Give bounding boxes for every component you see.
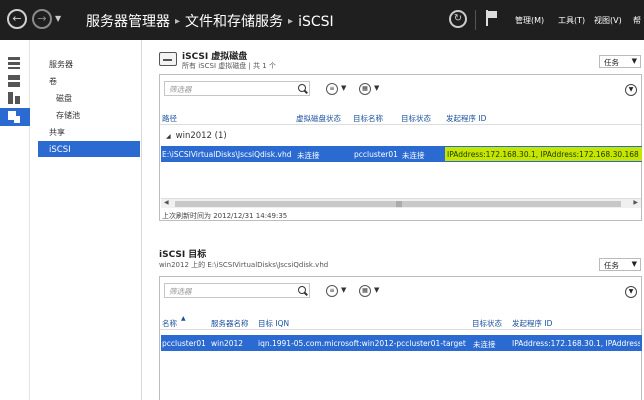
breadcrumb-item[interactable]: iSCSI <box>298 14 334 30</box>
file-storage-services-item[interactable] <box>0 108 30 126</box>
vdisk-table: 筛选器 ≡ ▼ ▦ ▼ ▼ 路径 虚拟磁盘状态 目标名称 目标状态 发起程序 I… <box>159 74 642 221</box>
cell-target-status: 未连接 <box>402 151 425 160</box>
nav-item-volumes[interactable]: 卷 <box>49 76 57 87</box>
header-divider <box>160 329 641 330</box>
chevron-down-icon[interactable]: ▼ <box>374 84 379 92</box>
list-options-icon[interactable]: ≡ <box>326 83 338 95</box>
main-content: iSCSI 虚拟磁盘 所有 iSCSI 虚拟磁盘 | 共 1 个 任务 ▼ 筛选器… <box>142 40 644 400</box>
cell-initiator-id: IPAddress:172.168.30.1, IPAddress:172.16… <box>445 147 642 161</box>
search-icon[interactable] <box>298 286 306 294</box>
breadcrumb-separator-icon: ▸ <box>288 16 294 27</box>
header-divider <box>475 10 476 30</box>
cell-initiator-id: IPAddress:172.168.30.1, IPAddress:1 <box>512 339 640 348</box>
scroll-grip-icon: ||| <box>396 201 403 208</box>
nav-item-shares[interactable]: 共享 <box>49 127 65 138</box>
col-name-label: 名称 <box>162 319 177 328</box>
dashboard-icon[interactable] <box>8 57 20 69</box>
last-refresh-text: 上次刷新时间为 2012/12/31 14:49:35 <box>162 212 288 220</box>
group-header[interactable]: ◢ win2012 (1) <box>166 131 227 141</box>
table-row[interactable]: pccluster01 win2012 iqn.1991-05.com.micr… <box>161 335 642 351</box>
notification-flag-icon[interactable] <box>486 10 498 26</box>
nav-item-storage-pools[interactable]: 存储池 <box>56 110 80 121</box>
col-target-iqn[interactable]: 目标 IQN <box>258 318 289 329</box>
title-bar: ← → ▼ 服务器管理器 ▸ 文件和存储服务 ▸ iSCSI ↻ 管理(M) 工具(T)… <box>0 0 644 40</box>
chevron-down-icon[interactable]: ▼ <box>341 286 346 294</box>
col-path[interactable]: 路径 <box>162 113 177 124</box>
nav-item-servers[interactable]: 服务器 <box>49 59 73 70</box>
chevron-down-icon: ▼ <box>631 57 637 65</box>
tasks-label: 任务 <box>604 58 619 67</box>
header-divider <box>160 124 641 125</box>
cell-path: E:\iSCSIVirtualDisks\JscsiQdisk.vhd <box>162 150 292 159</box>
expand-collapse-icon[interactable]: ▼ <box>625 286 637 298</box>
col-initiator-id[interactable]: 发起程序 ID <box>446 113 486 124</box>
menu-manage[interactable]: 管理(M) <box>515 15 544 26</box>
breadcrumb: 服务器管理器 ▸ 文件和存储服务 ▸ iSCSI <box>86 11 334 31</box>
group-options-icon[interactable]: ▦ <box>359 285 371 297</box>
table-row[interactable]: E:\iSCSIVirtualDisks\JscsiQdisk.vhd 未连接 … <box>161 146 642 162</box>
target-table: 筛选器 ≡ ▼ ▦ ▼ ▼ 名称 ▲ 服务器名称 目标 IQN 目标状态 发起程序… <box>159 276 642 400</box>
icon-sidebar <box>0 40 30 400</box>
cell-server: win2012 <box>211 339 244 348</box>
menu-tools[interactable]: 工具(T) <box>558 15 585 26</box>
target-filter-input[interactable]: 筛选器 <box>164 283 310 298</box>
chevron-down-icon: ▼ <box>631 260 637 268</box>
menu-help[interactable]: 帮 <box>633 15 641 26</box>
refresh-icon[interactable]: ↻ <box>449 10 467 28</box>
forward-button[interactable]: → <box>32 9 52 29</box>
group-collapse-icon[interactable]: ◢ <box>166 133 171 140</box>
vdisk-tasks-dropdown[interactable]: 任务 ▼ <box>599 55 641 68</box>
breadcrumb-item[interactable]: 文件和存储服务 <box>185 14 283 30</box>
target-tasks-dropdown[interactable]: 任务 ▼ <box>599 258 641 271</box>
breadcrumb-separator-icon: ▸ <box>175 16 181 27</box>
col-initiator-id[interactable]: 发起程序 ID <box>512 318 552 329</box>
vdisk-filter-input[interactable]: 筛选器 <box>164 81 310 96</box>
horizontal-scrollbar[interactable]: ◀ ||| ▶ <box>161 198 641 208</box>
virtual-disk-icon <box>159 52 177 66</box>
expand-collapse-icon[interactable]: ▼ <box>625 84 637 96</box>
group-options-icon[interactable]: ▦ <box>359 83 371 95</box>
cell-name: pccluster01 <box>162 339 206 348</box>
col-target-name[interactable]: 目标名称 <box>353 113 383 124</box>
navigation-pane: 服务器 卷 磁盘 存储池 共享 iSCSI <box>30 40 142 400</box>
col-name[interactable]: 名称 ▲ <box>162 315 186 329</box>
cell-target-name: pccluster01 <box>354 150 398 159</box>
filter-placeholder: 筛选器 <box>169 85 192 94</box>
target-panel-subtitle: win2012 上的 E:\iSCSIVirtualDisks\JscsiQdi… <box>159 261 329 269</box>
col-disk-status[interactable]: 虚拟磁盘状态 <box>296 113 341 124</box>
tasks-label: 任务 <box>604 261 619 270</box>
col-server-name[interactable]: 服务器名称 <box>211 318 249 329</box>
history-dropdown-icon[interactable]: ▼ <box>55 14 61 23</box>
target-panel-title: iSCSI 目标 <box>159 250 207 260</box>
scroll-right-icon[interactable]: ▶ <box>633 199 638 206</box>
nav-item-iscsi[interactable]: iSCSI <box>38 141 140 157</box>
nav-item-disks[interactable]: 磁盘 <box>56 93 72 104</box>
col-target-status[interactable]: 目标状态 <box>472 318 502 329</box>
cell-status: 未连接 <box>473 340 496 349</box>
breadcrumb-item[interactable]: 服务器管理器 <box>86 14 170 30</box>
list-options-icon[interactable]: ≡ <box>326 285 338 297</box>
cell-disk-status: 未连接 <box>297 151 320 160</box>
vdisk-panel-subtitle: 所有 iSCSI 虚拟磁盘 | 共 1 个 <box>182 62 276 70</box>
scroll-left-icon[interactable]: ◀ <box>164 199 169 206</box>
back-button[interactable]: ← <box>7 9 27 29</box>
search-icon[interactable] <box>298 84 306 92</box>
all-servers-icon[interactable] <box>8 92 20 104</box>
sort-ascending-icon: ▲ <box>181 315 186 322</box>
col-target-status[interactable]: 目标状态 <box>401 113 431 124</box>
file-storage-icon <box>8 111 20 123</box>
chevron-down-icon[interactable]: ▼ <box>341 84 346 92</box>
cell-iqn: iqn.1991-05.com.microsoft:win2012-pcclus… <box>258 339 466 348</box>
menu-view[interactable]: 视图(V) <box>594 15 622 26</box>
group-label: win2012 (1) <box>175 131 227 141</box>
chevron-down-icon[interactable]: ▼ <box>374 286 379 294</box>
filter-placeholder: 筛选器 <box>169 287 192 296</box>
local-server-icon[interactable] <box>8 75 20 87</box>
